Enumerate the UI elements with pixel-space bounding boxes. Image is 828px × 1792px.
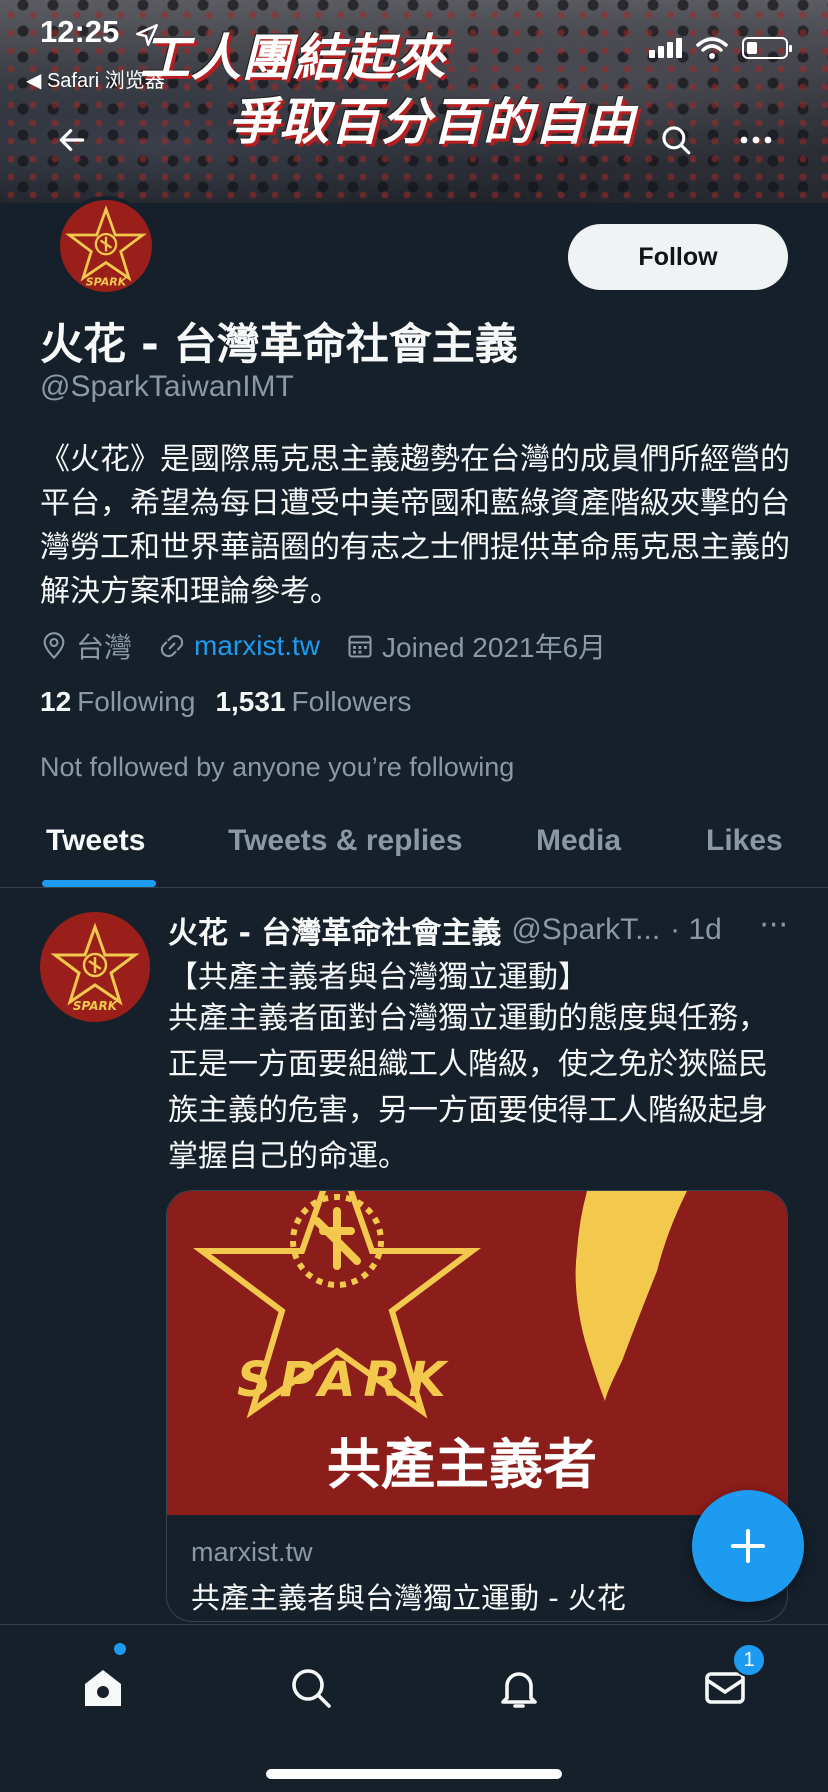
- bottom-navigation: 1: [0, 1624, 828, 1792]
- status-time: 12:25: [40, 14, 120, 49]
- tweet-author-handle[interactable]: @SparkT...: [511, 913, 660, 947]
- svg-text:共產主義者: 共產主義者: [327, 1433, 597, 1496]
- tweet-timestamp[interactable]: · 1d: [670, 913, 722, 947]
- profile-name: 火花 - 台灣革命社會主義: [40, 320, 518, 370]
- wifi-icon: [696, 37, 728, 59]
- profile-tabs: Tweets Tweets & replies Media Likes: [0, 800, 828, 888]
- status-indicators: [649, 36, 792, 60]
- profile-meta: 台灣 marxist.tw Joined 2021年6月: [40, 626, 632, 666]
- banner-slogan-line1: 工人團結起來: [140, 29, 446, 87]
- home-indicator-bar[interactable]: [266, 1769, 562, 1779]
- tweet-author-name[interactable]: 火花 - 台灣革命社會主義: [168, 908, 501, 952]
- calendar-icon: [348, 635, 372, 658]
- compose-tweet-button[interactable]: [692, 1490, 804, 1602]
- tweet-header: 火花 - 台灣革命社會主義 @SparkT... · 1d ···: [168, 908, 788, 952]
- profile-location: 台灣: [40, 626, 132, 666]
- follow-stats: 12 Following 1,531 Followers: [40, 686, 411, 718]
- profile-search-button[interactable]: [648, 112, 704, 168]
- banner-slogan-line2: 爭取百分百的自由: [228, 93, 636, 151]
- profile-avatar[interactable]: SPARK: [56, 196, 156, 296]
- back-button[interactable]: [44, 112, 100, 168]
- followers-stat[interactable]: 1,531 Followers: [215, 686, 411, 718]
- profile-joined: Joined 2021年6月: [346, 626, 606, 666]
- profile-bio: 《火花》是國際馬克思主義趨勢在台灣的成員們所經營的平台，希望為每日遭受中美帝國和…: [40, 442, 790, 609]
- nav-home[interactable]: [68, 1653, 138, 1723]
- cellular-signal-icon: [649, 38, 682, 58]
- tweet-title: 【共產主義者與台灣獨立運動】: [168, 960, 588, 995]
- spark-star-logo: SPARK: [50, 922, 140, 1013]
- svg-text:SPARK: SPARK: [237, 1352, 454, 1408]
- search-icon: [662, 126, 691, 155]
- following-count: 12: [40, 686, 72, 717]
- svg-text:SPARK: SPARK: [86, 276, 128, 289]
- messages-badge: 1: [732, 1643, 766, 1677]
- tab-media[interactable]: Media: [536, 824, 621, 858]
- home-unread-dot: [114, 1643, 126, 1655]
- more-options-button[interactable]: [728, 112, 784, 168]
- home-icon: [85, 1670, 121, 1706]
- location-text: 台灣: [76, 632, 133, 663]
- following-stat[interactable]: 12 Following: [40, 686, 195, 718]
- card-image: SPARK 共產主義者: [167, 1191, 787, 1515]
- svg-text:SPARK: SPARK: [73, 999, 119, 1013]
- arrow-left-icon: [59, 129, 85, 151]
- tab-likes[interactable]: Likes: [706, 824, 783, 858]
- joined-text: Joined 2021年6月: [382, 632, 607, 663]
- location-pin-icon: [43, 632, 65, 660]
- bell-icon: [501, 1672, 537, 1708]
- plus-icon: [731, 1529, 765, 1563]
- following-label: Following: [77, 686, 196, 717]
- spark-star-logo: SPARK: [65, 205, 147, 289]
- location-arrow-icon: [136, 24, 158, 46]
- link-icon: [160, 634, 184, 658]
- nav-search[interactable]: [276, 1653, 346, 1723]
- profile-website[interactable]: marxist.tw: [158, 630, 320, 662]
- back-to-app-link[interactable]: ◀ Safari 浏览器: [26, 64, 165, 93]
- website-link[interactable]: marxist.tw: [194, 630, 320, 662]
- followers-label: Followers: [291, 686, 412, 717]
- not-followed-notice: Not followed by anyone you’re following: [40, 752, 515, 782]
- battery-icon: [742, 37, 792, 59]
- more-dots-icon: [740, 136, 772, 144]
- nav-notifications[interactable]: [484, 1653, 554, 1723]
- tab-tweets[interactable]: Tweets: [46, 824, 145, 858]
- follow-button[interactable]: Follow: [568, 224, 788, 290]
- card-title: 共產主義者與台灣獨立運動 - 火花: [191, 1581, 626, 1615]
- card-artwork: SPARK 共產主義者: [193, 1191, 687, 1496]
- followers-count: 1,531: [215, 686, 286, 717]
- search-icon: [292, 1669, 331, 1708]
- profile-handle: @SparkTaiwanIMT: [40, 370, 294, 403]
- tweet-body: 共產主義者面對台灣獨立運動的態度與任務，正是一方面要組織工人階級，使之免於狹隘民…: [168, 1001, 768, 1174]
- tweet-avatar[interactable]: SPARK: [40, 912, 150, 1022]
- active-tab-indicator: [42, 880, 156, 887]
- tweet-more-button[interactable]: ···: [759, 908, 788, 943]
- profile-banner[interactable]: 工人團結起來 爭取百分百的自由: [0, 0, 828, 203]
- card-domain: marxist.tw: [191, 1537, 313, 1567]
- tab-tweets-replies[interactable]: Tweets & replies: [228, 824, 463, 858]
